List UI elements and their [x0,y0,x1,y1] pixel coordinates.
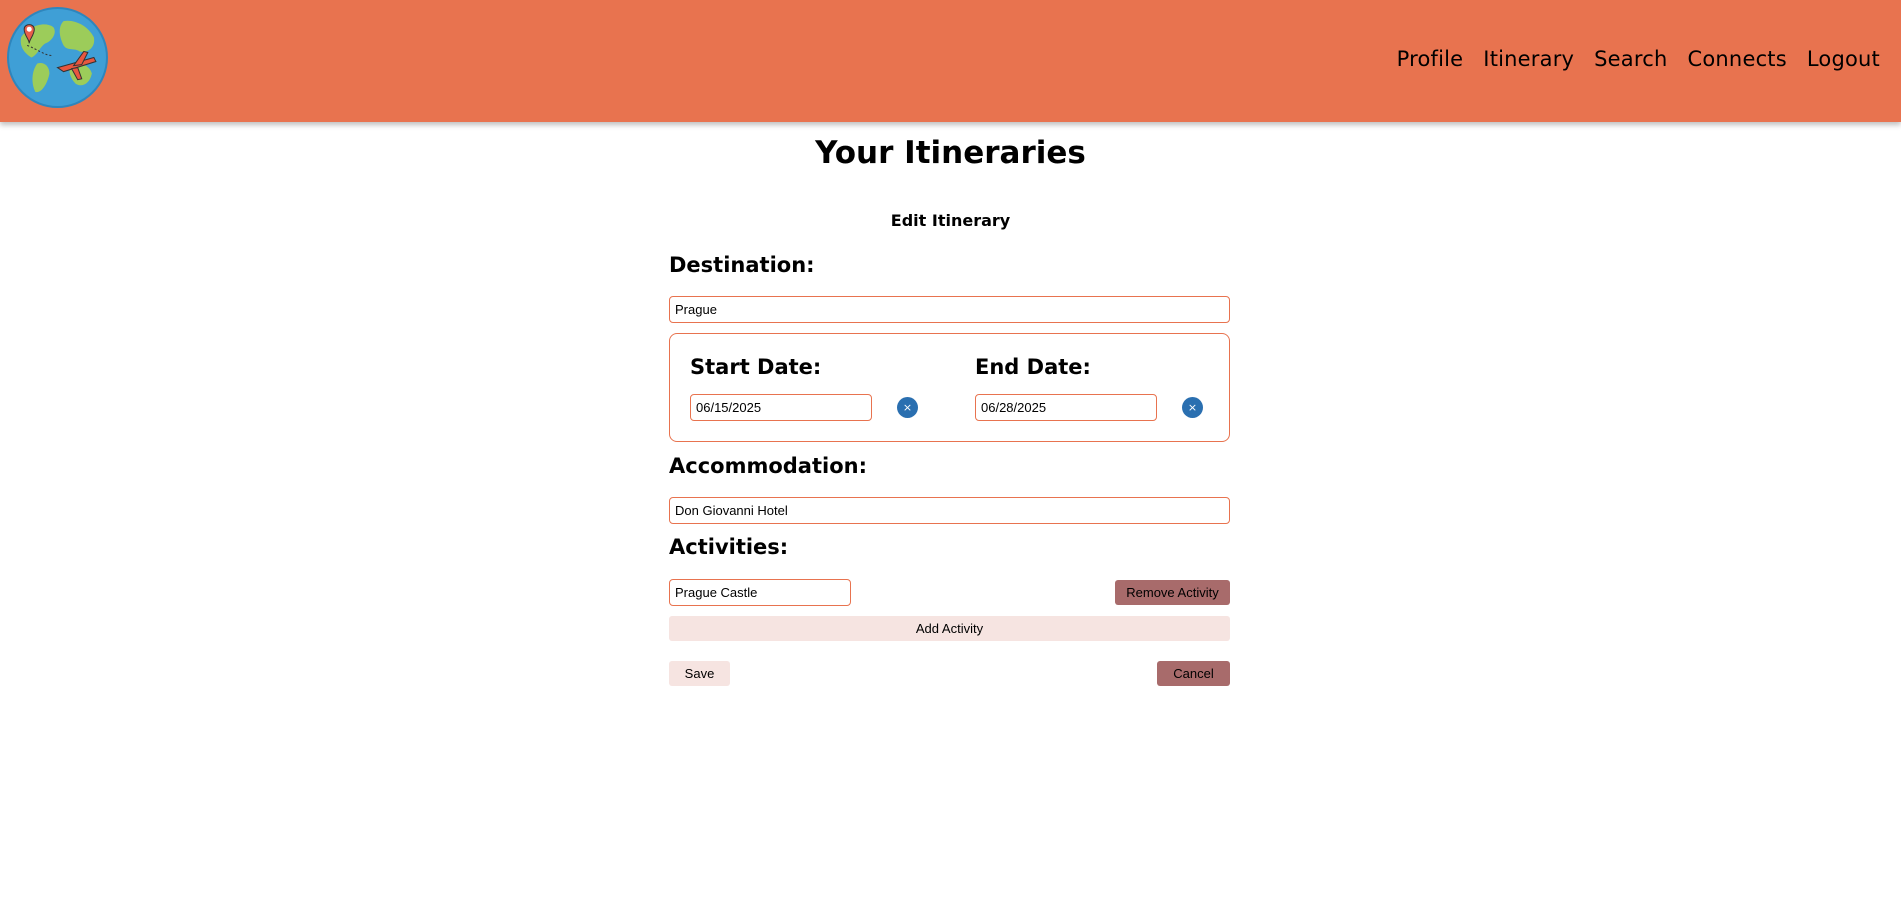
remove-activity-button[interactable]: Remove Activity [1115,580,1230,605]
accommodation-label: Accommodation: [669,454,867,478]
destination-label: Destination: [669,253,815,277]
top-navbar: Profile Itinerary Search Connects Logout [0,0,1901,122]
cancel-button[interactable]: Cancel [1157,661,1230,686]
destination-input[interactable] [669,296,1230,323]
page-title: Your Itineraries [815,135,1086,171]
globe-airplane-logo[interactable] [7,7,108,108]
end-date-label: End Date: [975,355,1091,379]
add-activity-button[interactable]: Add Activity [669,616,1230,641]
nav-link-itinerary[interactable]: Itinerary [1483,47,1574,71]
start-date-label: Start Date: [690,355,822,379]
nav-link-connects[interactable]: Connects [1688,47,1787,71]
nav-link-logout[interactable]: Logout [1807,47,1880,71]
start-date-input[interactable] [690,394,872,421]
activity-input[interactable] [669,579,851,606]
nav-links: Profile Itinerary Search Connects Logout [1397,47,1880,71]
form-title: Edit Itinerary [890,211,1011,230]
nav-link-search[interactable]: Search [1594,47,1667,71]
nav-link-profile[interactable]: Profile [1397,47,1464,71]
date-range-box [669,333,1230,442]
clear-date-icon[interactable]: × [897,397,918,418]
save-button[interactable]: Save [669,661,730,686]
end-date-input[interactable] [975,394,1157,421]
activities-label: Activities: [669,535,789,559]
accommodation-input[interactable] [669,497,1230,524]
clear-date-icon[interactable]: × [1182,397,1203,418]
